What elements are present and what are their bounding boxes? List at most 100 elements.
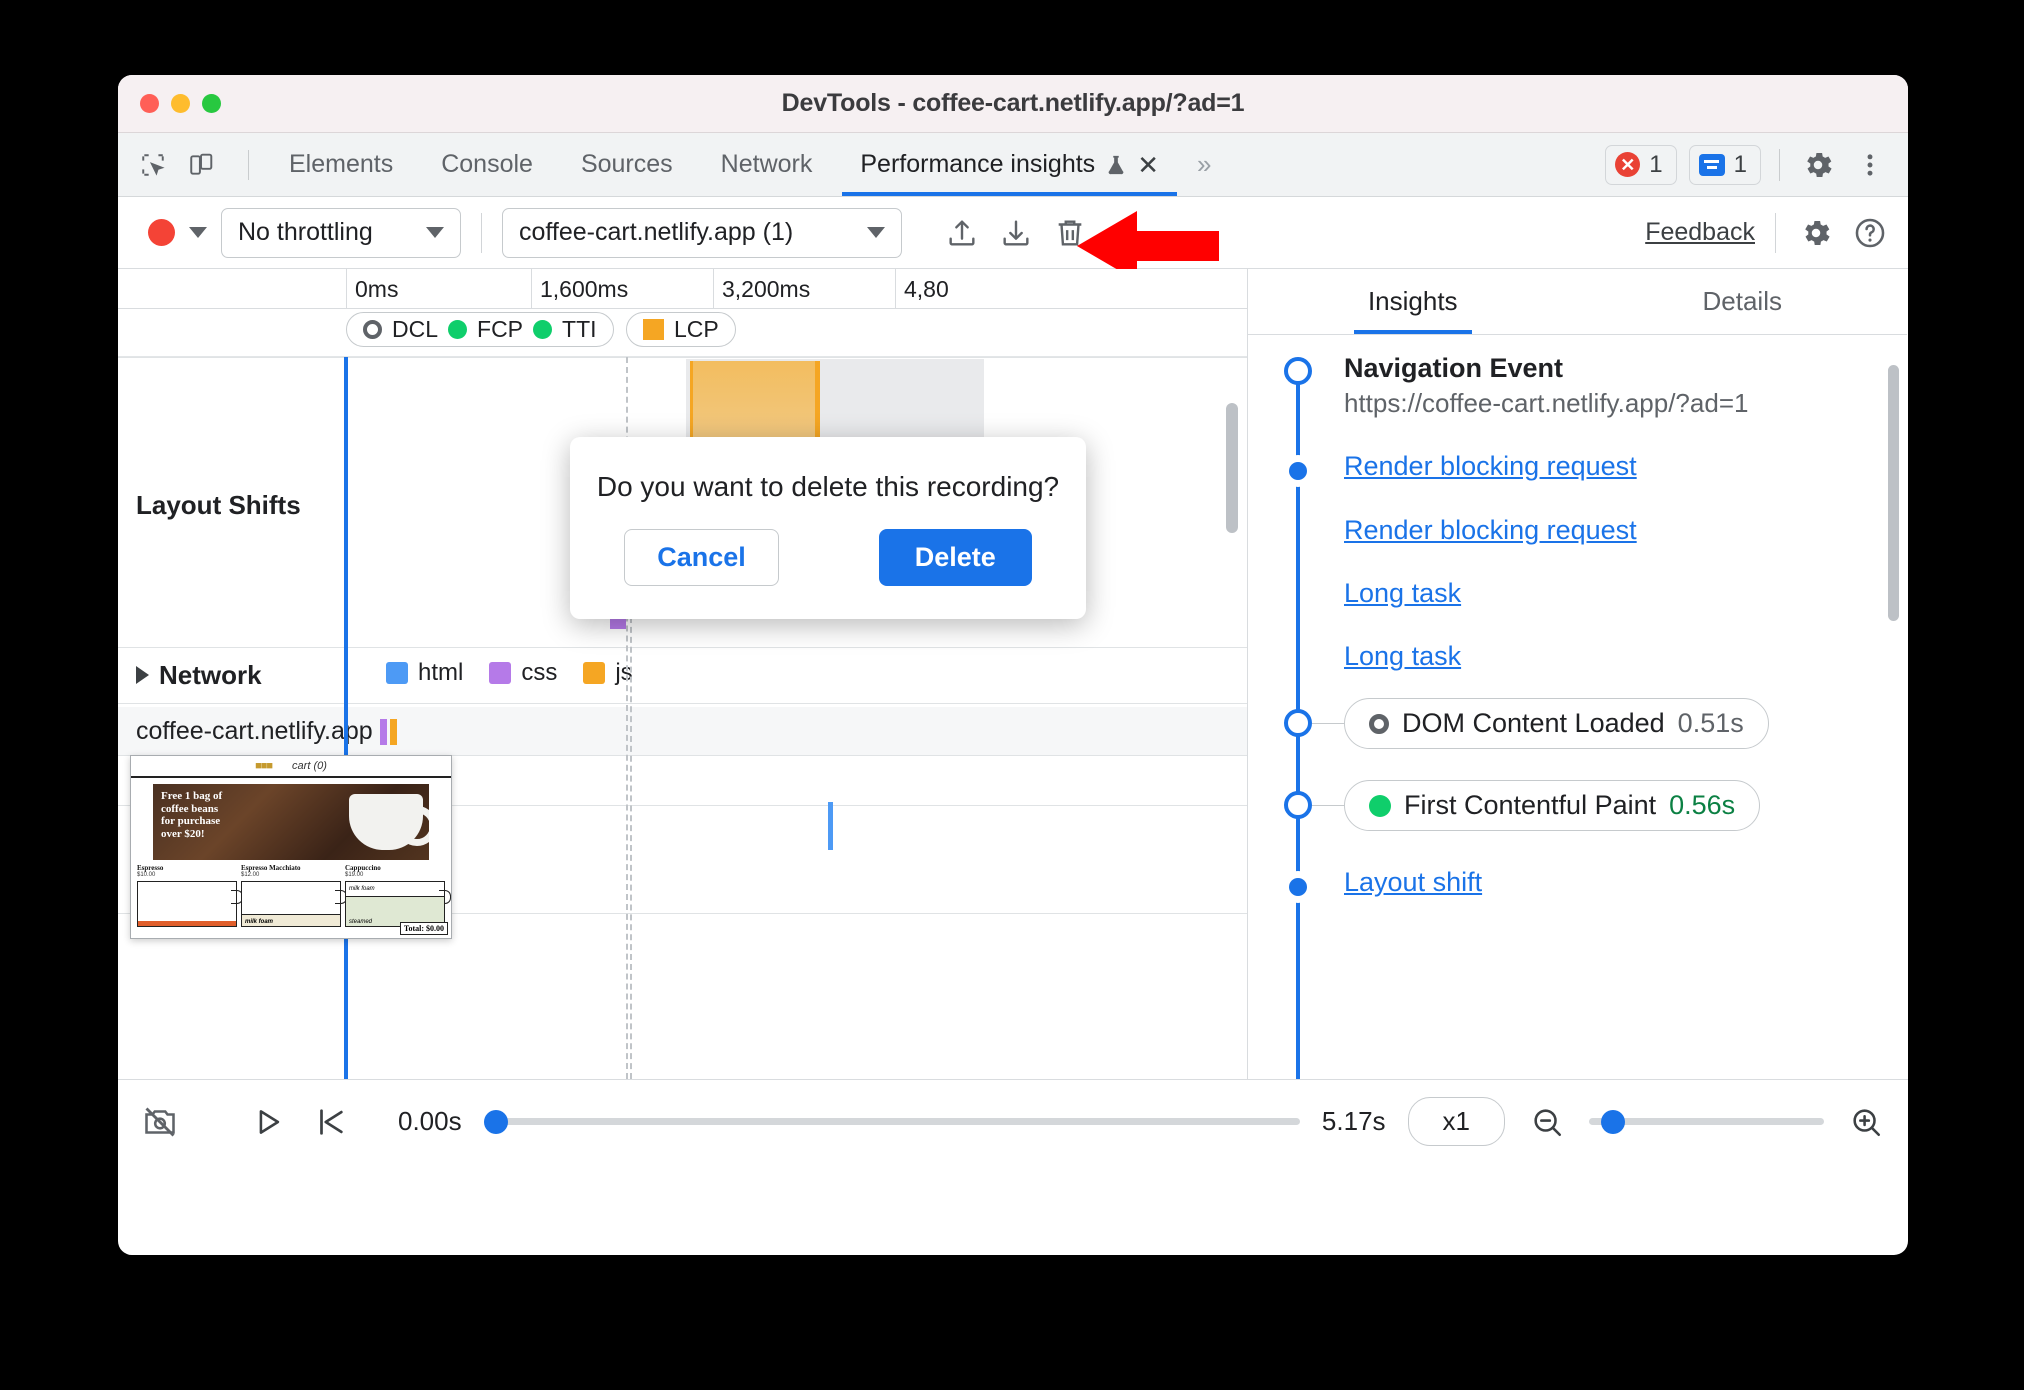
- tab-sources[interactable]: Sources: [557, 133, 697, 196]
- tab-close-icon[interactable]: ✕: [1137, 152, 1159, 178]
- zoom-out-icon[interactable]: [1527, 1102, 1567, 1142]
- message-count-badge[interactable]: 1: [1688, 144, 1761, 185]
- timeline-guide-line: [630, 617, 632, 1079]
- recording-chevron-down-icon: [867, 227, 885, 238]
- timeline-scrollbar[interactable]: [1226, 403, 1238, 533]
- dialog-message: Do you want to delete this recording?: [596, 470, 1060, 502]
- marker-group-lcp[interactable]: LCP: [626, 312, 736, 347]
- playback-range-thumb[interactable]: [483, 1109, 508, 1134]
- track-label-network[interactable]: Network: [118, 653, 376, 697]
- tab-console[interactable]: Console: [417, 133, 557, 196]
- insight-navigation-event[interactable]: Navigation Event https://coffee-cart.net…: [1344, 353, 1881, 419]
- gear-icon[interactable]: [1798, 145, 1838, 185]
- insight-long-task-2[interactable]: Long task: [1344, 641, 1881, 672]
- insight-node-small[interactable]: [1289, 462, 1307, 480]
- more-tabs-icon[interactable]: »: [1183, 149, 1225, 180]
- lcp-orange-square-icon: [643, 319, 664, 340]
- jump-to-start-icon[interactable]: [310, 1102, 350, 1142]
- metric-pill-dcl[interactable]: DOM Content Loaded 0.51s: [1344, 698, 1769, 749]
- metric-label: First Contentful Paint: [1404, 790, 1657, 820]
- playback-bottombar: 0.00s 5.17s x1: [118, 1079, 1908, 1163]
- network-expand-chevron-icon[interactable]: [136, 666, 149, 684]
- css-color-swatch-icon: [489, 662, 512, 684]
- insight-link[interactable]: Long task: [1344, 641, 1461, 671]
- filmstrip-cart-total: Total: $0.00: [399, 922, 448, 935]
- tab-network-label: Network: [720, 150, 813, 178]
- insight-render-blocking-1[interactable]: Render blocking request: [1344, 451, 1881, 482]
- experimental-flask-icon: [1105, 153, 1127, 177]
- insight-link[interactable]: Layout shift: [1344, 867, 1482, 897]
- error-count-badge[interactable]: ✕ 1: [1605, 144, 1677, 185]
- insight-first-contentful-paint[interactable]: First Contentful Paint 0.56s: [1344, 780, 1881, 831]
- product-name: Espresso: [137, 864, 164, 872]
- filmstrip-promo-banner: Free 1 bag of coffee beans for purchase ove…: [153, 784, 429, 860]
- playback-speed-pill[interactable]: x1: [1407, 1097, 1505, 1146]
- sidebar-tab-details-label: Details: [1702, 286, 1782, 316]
- screenshot-stage: DevTools - coffee-cart.netlify.app/?ad=1: [0, 0, 2024, 1390]
- sidebar-tab-details[interactable]: Details: [1578, 269, 1908, 334]
- zoom-range-slider[interactable]: [1589, 1108, 1824, 1136]
- network-row[interactable]: coffee-cart.netlify.app: [118, 707, 1247, 755]
- devtools-body: 0ms 1,600ms 3,200ms 4,80 DCL FCP TTI LCP…: [118, 269, 1908, 1079]
- zoom-range-thumb[interactable]: [1601, 1109, 1625, 1134]
- request-marker: [828, 802, 833, 850]
- timeline-playhead[interactable]: [344, 357, 348, 1079]
- insight-dom-content-loaded[interactable]: DOM Content Loaded 0.51s: [1344, 698, 1881, 749]
- network-row-name: coffee-cart.netlify.app: [136, 716, 373, 745]
- screenshots-off-icon[interactable]: [140, 1102, 180, 1142]
- throttling-select[interactable]: No throttling: [221, 207, 461, 258]
- insight-title: Navigation Event: [1344, 353, 1564, 383]
- insights-scrollbar[interactable]: [1888, 365, 1899, 621]
- metric-pill-fcp[interactable]: First Contentful Paint 0.56s: [1344, 780, 1761, 831]
- metric-label: DOM Content Loaded: [1402, 708, 1665, 738]
- insight-long-task-1[interactable]: Long task: [1344, 578, 1881, 609]
- delete-recording-dialog[interactable]: Do you want to delete this recording? Ca…: [570, 437, 1086, 619]
- insights-sidebar: Insights Details Navigation Event https:…: [1248, 269, 1907, 1079]
- filmstrip-cart-label: cart (0): [292, 760, 327, 772]
- tab-network[interactable]: Network: [697, 133, 837, 196]
- insight-render-blocking-2[interactable]: Render blocking request: [1344, 515, 1881, 546]
- sidebar-tabs: Insights Details: [1248, 269, 1907, 335]
- kebab-menu-icon[interactable]: [1850, 145, 1890, 185]
- insight-node-large[interactable]: [1284, 791, 1312, 819]
- filmstrip-screenshot[interactable]: ■■■ cart (0) Free 1 bag of coffee beans fo…: [130, 755, 452, 939]
- insight-node-large[interactable]: [1284, 357, 1312, 385]
- insight-node-small[interactable]: [1289, 878, 1307, 896]
- device-toolbar-icon[interactable]: [184, 148, 218, 182]
- download-icon[interactable]: [996, 213, 1036, 253]
- legend-label-html: html: [418, 659, 464, 686]
- help-circle-icon[interactable]: [1850, 213, 1890, 253]
- inspect-element-icon[interactable]: [136, 148, 170, 182]
- insight-node-large[interactable]: [1284, 709, 1312, 737]
- tabstrip-divider: [248, 149, 249, 180]
- sidebar-tab-insights[interactable]: Insights: [1248, 269, 1578, 334]
- record-button[interactable]: [148, 219, 175, 246]
- upload-icon[interactable]: [942, 213, 982, 253]
- ruler-tick: 0ms: [346, 269, 398, 309]
- insight-link[interactable]: Render blocking request: [1344, 451, 1637, 481]
- zoom-in-icon[interactable]: [1846, 1102, 1886, 1142]
- play-icon[interactable]: [248, 1102, 288, 1142]
- insight-link[interactable]: Long task: [1344, 578, 1461, 608]
- playback-range-slider[interactable]: [483, 1108, 1300, 1136]
- gear-icon[interactable]: [1796, 213, 1836, 253]
- insights-list[interactable]: Navigation Event https://coffee-cart.net…: [1248, 335, 1907, 1079]
- panel-tabs: Elements Console Sources Network Perform…: [265, 133, 1225, 196]
- marker-group-dcl-fcp-tti[interactable]: DCL FCP TTI: [346, 312, 614, 347]
- recording-select[interactable]: coffee-cart.netlify.app (1): [502, 207, 902, 258]
- fcp-green-circle-icon: [1369, 794, 1391, 817]
- insight-link[interactable]: Render blocking request: [1344, 515, 1637, 545]
- insight-layout-shift[interactable]: Layout shift: [1344, 867, 1881, 898]
- cancel-button[interactable]: Cancel: [624, 528, 779, 586]
- timeline-ruler[interactable]: 0ms 1,600ms 3,200ms 4,80: [118, 269, 1247, 309]
- tabstrip-right-icons: ✕ 1 1: [1605, 144, 1908, 185]
- delete-button[interactable]: Delete: [878, 528, 1032, 586]
- performance-timeline[interactable]: 0ms 1,600ms 3,200ms 4,80 DCL FCP TTI LCP…: [118, 269, 1248, 1079]
- product-price: $12.00: [241, 872, 260, 878]
- track-label-layout-shifts[interactable]: Layout Shifts: [118, 485, 376, 525]
- tab-elements[interactable]: Elements: [265, 133, 417, 196]
- record-options-chevron-down-icon[interactable]: [189, 227, 207, 238]
- end-time-label: 5.17s: [1321, 1106, 1386, 1136]
- feedback-link[interactable]: Feedback: [1645, 218, 1755, 247]
- tab-performance-insights[interactable]: Performance insights ✕: [836, 133, 1183, 196]
